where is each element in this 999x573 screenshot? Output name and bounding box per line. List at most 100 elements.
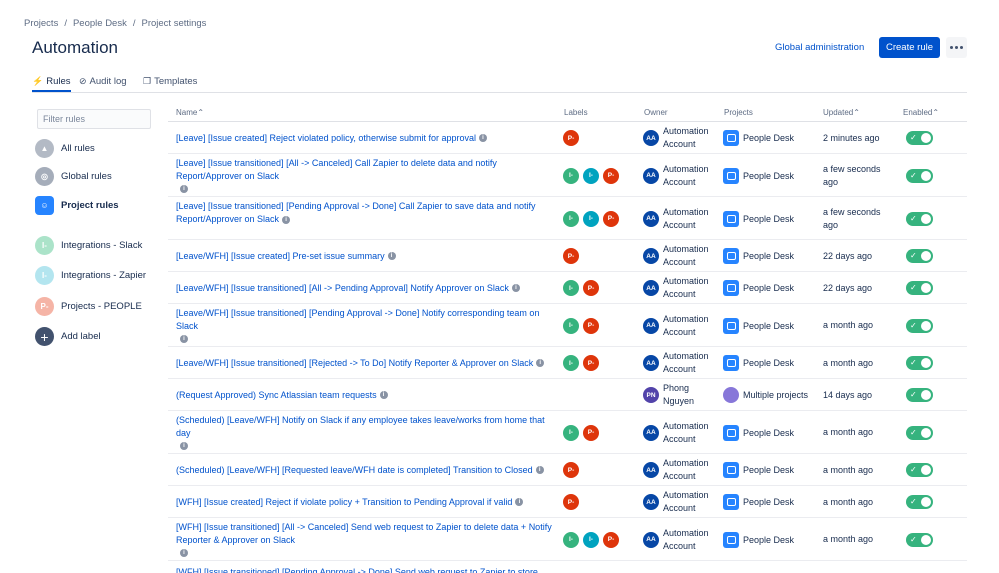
info-icon[interactable]: i	[180, 442, 188, 450]
label-badge[interactable]: P-	[603, 167, 619, 184]
global-administration-link[interactable]: Global administration	[775, 42, 864, 53]
enabled-toggle[interactable]: ✓	[906, 249, 933, 263]
tab-templates[interactable]: ❐ Templates	[143, 76, 197, 87]
info-icon[interactable]: i	[180, 335, 188, 343]
owner-name: Automation Account	[663, 313, 709, 337]
breadcrumb-projects[interactable]: Projects	[24, 18, 58, 29]
rule-owner: AA Automation Account	[643, 527, 721, 553]
info-icon[interactable]: i	[379, 391, 388, 400]
sidebar-item-projects-people[interactable]: P- Projects - PEOPLE	[35, 297, 142, 316]
more-actions-button[interactable]	[946, 37, 967, 58]
label-badge[interactable]: P-	[603, 210, 619, 227]
info-icon[interactable]: i	[387, 252, 396, 261]
label-badge[interactable]: I-	[583, 531, 599, 548]
enabled-toggle[interactable]: ✓	[906, 168, 933, 183]
info-icon[interactable]: i	[535, 466, 544, 475]
label-badge[interactable]: I-	[563, 167, 579, 184]
enabled-toggle[interactable]: ✓	[906, 131, 933, 145]
check-icon: ✓	[910, 320, 917, 330]
sidebar-item-integrations-zapier[interactable]: I- Integrations - Zapier	[35, 266, 146, 285]
rule-name-link[interactable]: [Leave] [Issue transitioned] [All -> Can…	[176, 157, 556, 193]
updated-time: 22 days ago	[823, 250, 873, 261]
rule-name-link[interactable]: [Leave/WFH] [Issue transitioned] [Pendin…	[176, 307, 556, 343]
label-badge[interactable]: P-	[603, 531, 619, 548]
info-icon[interactable]: i	[515, 498, 524, 507]
project-icon	[723, 167, 739, 184]
column-header-enabled[interactable]: Enabled⌃	[903, 108, 939, 117]
label-badge[interactable]: I-	[563, 317, 579, 334]
label-badge[interactable]: P-	[583, 355, 599, 371]
breadcrumb-people-desk[interactable]: People Desk	[73, 18, 127, 29]
check-icon: ✓	[910, 465, 917, 474]
enabled-toggle[interactable]: ✓	[906, 388, 933, 402]
label-badge[interactable]: P-	[583, 317, 599, 334]
updated-time: 14 days ago	[823, 389, 873, 400]
sidebar-item-project-rules[interactable]: ☺ Project rules	[35, 196, 119, 215]
label-badge[interactable]: P-	[563, 130, 579, 146]
rule-project: People Desk	[723, 130, 794, 146]
rule-labels: P-	[563, 248, 579, 264]
rule-name-link[interactable]: (Request Approved) Sync Atlassian team r…	[176, 389, 556, 402]
rule-name-link[interactable]: [Leave/WFH] [Issue created] Pre-set issu…	[176, 250, 556, 263]
info-icon[interactable]: i	[180, 549, 188, 557]
rule-name-link[interactable]: [WFH] [Issue transitioned] [Pending Appr…	[176, 566, 556, 573]
info-icon[interactable]: i	[478, 134, 487, 143]
info-icon[interactable]: i	[282, 215, 291, 224]
rule-name-link[interactable]: [Leave/WFH] [Issue transitioned] [Reject…	[176, 357, 556, 370]
rule-name-link[interactable]: [Leave/WFH] [Issue transitioned] [All ->…	[176, 282, 556, 295]
breadcrumb: Projects / People Desk / Project setting…	[24, 18, 206, 29]
filter-rules-input[interactable]	[37, 109, 151, 129]
enabled-toggle[interactable]: ✓	[906, 495, 933, 509]
column-header-projects: Projects	[724, 108, 753, 117]
label-badge[interactable]: P-	[583, 280, 599, 296]
create-rule-button[interactable]: Create rule	[879, 37, 940, 58]
info-icon[interactable]: i	[536, 359, 545, 368]
enabled-toggle[interactable]: ✓	[906, 318, 933, 333]
label-badge[interactable]: I-	[583, 167, 599, 184]
tab-audit-log[interactable]: ⊘ Audit log	[79, 76, 127, 87]
project-name: Multiple projects	[743, 390, 809, 400]
check-icon: ✓	[910, 358, 917, 367]
rule-project: People Desk	[723, 494, 794, 510]
enabled-toggle[interactable]: ✓	[906, 211, 933, 226]
label-badge[interactable]: I-	[583, 210, 599, 227]
info-icon[interactable]: i	[180, 185, 188, 193]
label-badge[interactable]: I-	[563, 280, 579, 296]
project-name: People Desk	[743, 497, 795, 507]
column-header-name[interactable]: Name⌃	[176, 108, 204, 117]
sidebar-item-all-rules[interactable]: ▲ All rules	[35, 139, 95, 158]
owner-name: Automation Account	[663, 527, 709, 551]
label-badge[interactable]: P-	[563, 462, 579, 478]
project-name: People Desk	[743, 213, 795, 224]
enabled-toggle[interactable]: ✓	[906, 532, 933, 547]
rule-name-link[interactable]: [Leave] [Issue transitioned] [Pending Ap…	[176, 200, 556, 226]
rule-owner: AA Automation Account	[643, 457, 721, 483]
updated-time: a month ago	[823, 496, 874, 507]
label-badge[interactable]: I-	[563, 531, 579, 548]
label-badge[interactable]: P-	[563, 494, 579, 510]
label-badge[interactable]: I-	[563, 210, 579, 227]
rule-name-link[interactable]: (Scheduled) [Leave/WFH] Notify on Slack …	[176, 414, 556, 450]
rule-name-link[interactable]: [Leave] [Issue created] Reject violated …	[176, 132, 556, 145]
sidebar-item-global-rules[interactable]: ◎ Global rules	[35, 167, 112, 186]
rule-name-link[interactable]: (Scheduled) [Leave/WFH] [Requested leave…	[176, 464, 556, 477]
label-badge[interactable]: P-	[583, 424, 599, 441]
enabled-toggle[interactable]: ✓	[906, 425, 933, 440]
enabled-toggle[interactable]: ✓	[906, 463, 933, 477]
label-badge[interactable]: P-	[563, 248, 579, 264]
tab-rules[interactable]: ⚡ Rules	[32, 76, 71, 92]
rule-name-link[interactable]: [WFH] [Issue created] Reject if violate …	[176, 496, 556, 509]
enabled-toggle[interactable]: ✓	[906, 356, 933, 370]
column-header-updated[interactable]: Updated⌃	[823, 108, 860, 117]
plus-icon: +	[35, 327, 54, 346]
rule-name-link[interactable]: [WFH] [Issue transitioned] [All -> Cance…	[176, 521, 556, 557]
breadcrumb-project-settings[interactable]: Project settings	[141, 18, 206, 29]
label-badge[interactable]: I-	[563, 424, 579, 441]
label-badge[interactable]: I-	[563, 355, 579, 371]
toggle-knob	[921, 534, 931, 545]
sidebar-item-integrations-slack[interactable]: I- Integrations - Slack	[35, 236, 142, 255]
info-icon[interactable]: i	[511, 284, 520, 293]
more-dots-icon	[955, 46, 958, 49]
add-label-button[interactable]: + Add label	[35, 327, 101, 346]
enabled-toggle[interactable]: ✓	[906, 281, 933, 295]
